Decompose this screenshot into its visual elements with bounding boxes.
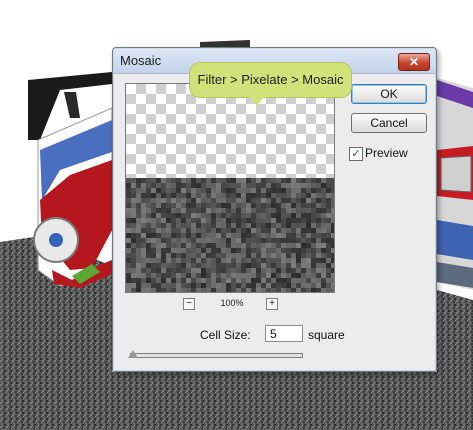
cell-size-input[interactable]: 5 (265, 325, 303, 342)
cell-size-slider-thumb[interactable] (128, 350, 138, 358)
zoom-controls: − 100% + (183, 298, 283, 312)
zoom-in-button[interactable]: + (266, 298, 278, 310)
cell-size-slider-track[interactable] (130, 353, 303, 358)
checkmark-icon: ✓ (351, 148, 361, 160)
tooltip-pointer (250, 97, 264, 106)
preview-checkbox[interactable]: ✓ (349, 147, 363, 161)
menu-path-tooltip: Filter > Pixelate > Mosaic (189, 62, 352, 98)
dialog-title: Mosaic (120, 53, 162, 68)
minus-icon: − (186, 298, 192, 309)
cancel-button[interactable]: Cancel (351, 113, 427, 133)
close-icon: ✕ (408, 55, 420, 69)
preview-checkbox-label[interactable]: Preview (365, 146, 408, 160)
zoom-level: 100% (220, 298, 244, 308)
plus-icon: + (269, 298, 275, 309)
preview-pane[interactable] (125, 83, 335, 293)
ok-button[interactable]: OK (351, 84, 427, 104)
close-button[interactable]: ✕ (398, 53, 430, 71)
cell-size-label: Cell Size: (200, 328, 251, 342)
zoom-out-button[interactable]: − (183, 298, 195, 310)
preview-image (126, 84, 334, 292)
cell-size-unit: square (308, 328, 345, 342)
